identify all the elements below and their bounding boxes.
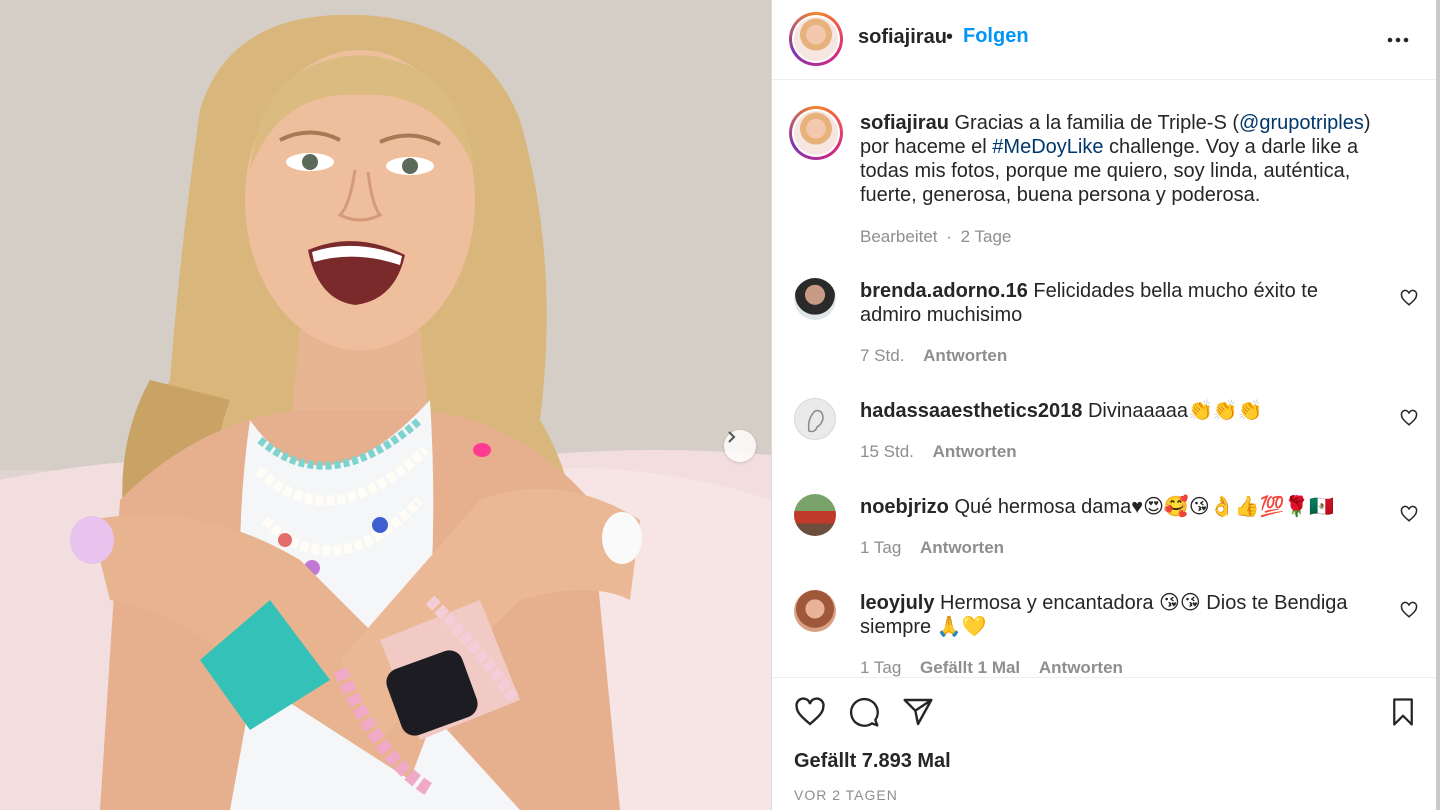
chevron-right-icon — [728, 431, 736, 443]
commenter-avatar[interactable] — [794, 278, 836, 320]
author-username[interactable]: sofiajirau — [858, 26, 947, 49]
comment-body: Divinaaaaa👏👏👏 — [1087, 400, 1263, 422]
comment-like-heart-icon[interactable] — [1400, 601, 1418, 619]
profile-sketch-icon — [807, 409, 824, 433]
comment-body: Hermosa y encantadora 😘😘 Dios te Bendiga… — [860, 592, 1348, 638]
comment-age[interactable]: 15 Std. — [860, 442, 914, 461]
commenter-avatar[interactable] — [794, 590, 836, 632]
more-options-icon[interactable] — [1386, 28, 1410, 57]
caption-text-1: Gracias a la familia de Triple-S ( — [954, 112, 1240, 134]
comment-age[interactable]: 1 Tag — [860, 658, 901, 677]
caption-meta: Bearbeitet · 2 Tage — [860, 227, 1025, 247]
reply-button[interactable]: Antworten — [933, 442, 1017, 461]
comment-username[interactable]: leoyjuly — [860, 592, 934, 614]
comment-bubble-icon[interactable] — [848, 696, 880, 728]
comment-item: leoyjuly Hermosa y encantadora 😘😘 Dios t… — [860, 591, 1380, 639]
comment-username[interactable]: hadassaaesthetics2018 — [860, 400, 1082, 422]
caption-mention-link[interactable]: @grupotriples — [1239, 112, 1364, 134]
comment-likes-count[interactable]: Gefällt 1 Mal — [920, 658, 1020, 677]
comment-item: hadassaaesthetics2018 Divinaaaaa👏👏👏 — [860, 399, 1380, 423]
comment-username[interactable]: brenda.adorno.16 — [860, 280, 1028, 302]
comment-age[interactable]: 1 Tag — [860, 538, 901, 557]
post-photo[interactable] — [0, 0, 771, 810]
comment-body: Qué hermosa dama♥😍🥰😘👌👍💯🌹🇲🇽 — [954, 496, 1335, 518]
likes-count[interactable]: Gefällt 7.893 Mal — [794, 750, 951, 773]
reply-button[interactable]: Antworten — [1039, 658, 1123, 677]
edited-label: Bearbeitet — [860, 227, 938, 246]
post-side-panel: sofiajirau • Folgen sofiajirau Gracias a… — [771, 0, 1437, 810]
post-actions: Gefällt 7.893 Mal VOR 2 TAGEN — [772, 677, 1437, 810]
photo-illustration — [0, 0, 771, 810]
follow-button[interactable]: Folgen — [963, 25, 1029, 48]
reply-button[interactable]: Antworten — [923, 346, 1007, 365]
comment-item: noebjrizo Qué hermosa dama♥😍🥰😘👌👍💯🌹🇲🇽 — [860, 495, 1380, 519]
separator-dot: • — [946, 26, 954, 48]
comment-meta: 1 Tag Gefällt 1 Mal Antworten — [860, 658, 1137, 677]
reply-button[interactable]: Antworten — [920, 538, 1004, 557]
commenter-avatar[interactable] — [794, 494, 836, 536]
author-avatar[interactable] — [789, 12, 843, 66]
save-bookmark-icon[interactable] — [1388, 696, 1418, 728]
comment-age[interactable]: 7 Std. — [860, 346, 904, 365]
comment-meta: 15 Std. Antworten — [860, 442, 1031, 462]
window-edge — [1436, 0, 1440, 810]
comment-item: brenda.adorno.16 Felicidades bella mucho… — [860, 279, 1380, 327]
post-timestamp[interactable]: VOR 2 TAGEN — [794, 787, 898, 803]
post-caption: sofiajirau Gracias a la familia de Tripl… — [860, 111, 1400, 207]
comment-username[interactable]: noebjrizo — [860, 496, 949, 518]
commenter-avatar[interactable] — [794, 398, 836, 440]
meta-dot: · — [946, 227, 952, 246]
comment-like-heart-icon[interactable] — [1400, 289, 1418, 307]
caption-username[interactable]: sofiajirau — [860, 112, 949, 134]
comment-like-heart-icon[interactable] — [1400, 409, 1418, 427]
next-image-button[interactable] — [724, 430, 756, 462]
caption-hashtag-link[interactable]: #MeDoyLike — [992, 136, 1103, 158]
share-paper-plane-icon[interactable] — [902, 696, 934, 728]
comments-section[interactable]: sofiajirau Gracias a la familia de Tripl… — [772, 81, 1437, 677]
comment-meta: 7 Std. Antworten — [860, 346, 1021, 366]
caption-age[interactable]: 2 Tage — [961, 227, 1012, 246]
post-header: sofiajirau • Folgen — [772, 0, 1437, 80]
comment-like-heart-icon[interactable] — [1400, 505, 1418, 523]
comment-meta: 1 Tag Antworten — [860, 538, 1018, 558]
caption-author-avatar[interactable] — [789, 106, 843, 160]
like-heart-icon[interactable] — [794, 696, 826, 728]
